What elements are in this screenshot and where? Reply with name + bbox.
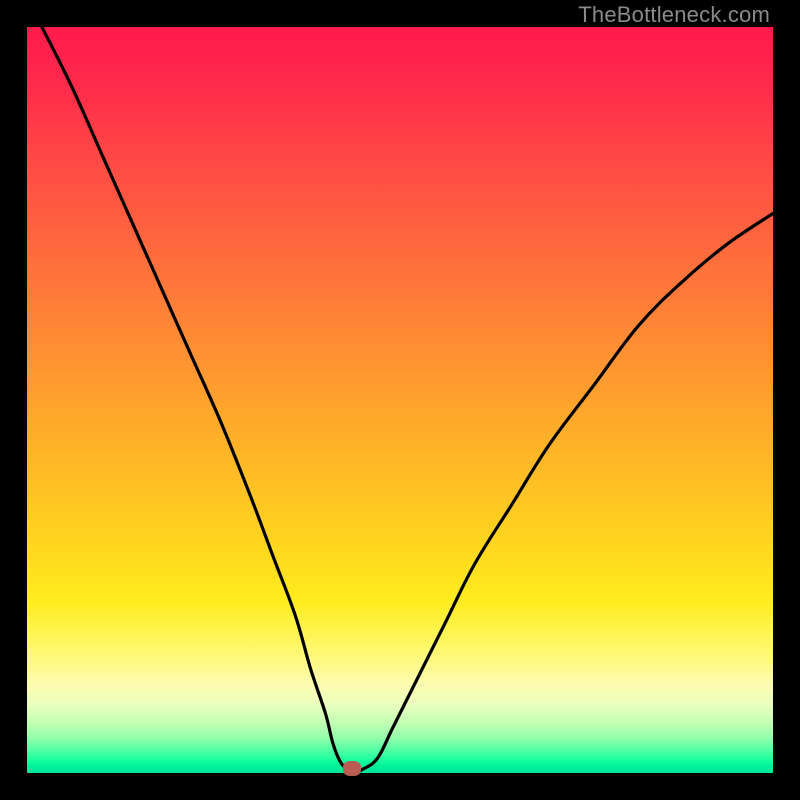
optimum-marker xyxy=(343,761,361,776)
plot-area xyxy=(27,27,773,773)
chart-frame: TheBottleneck.com xyxy=(0,0,800,800)
watermark-text: TheBottleneck.com xyxy=(578,2,770,28)
bottleneck-curve xyxy=(27,27,773,773)
